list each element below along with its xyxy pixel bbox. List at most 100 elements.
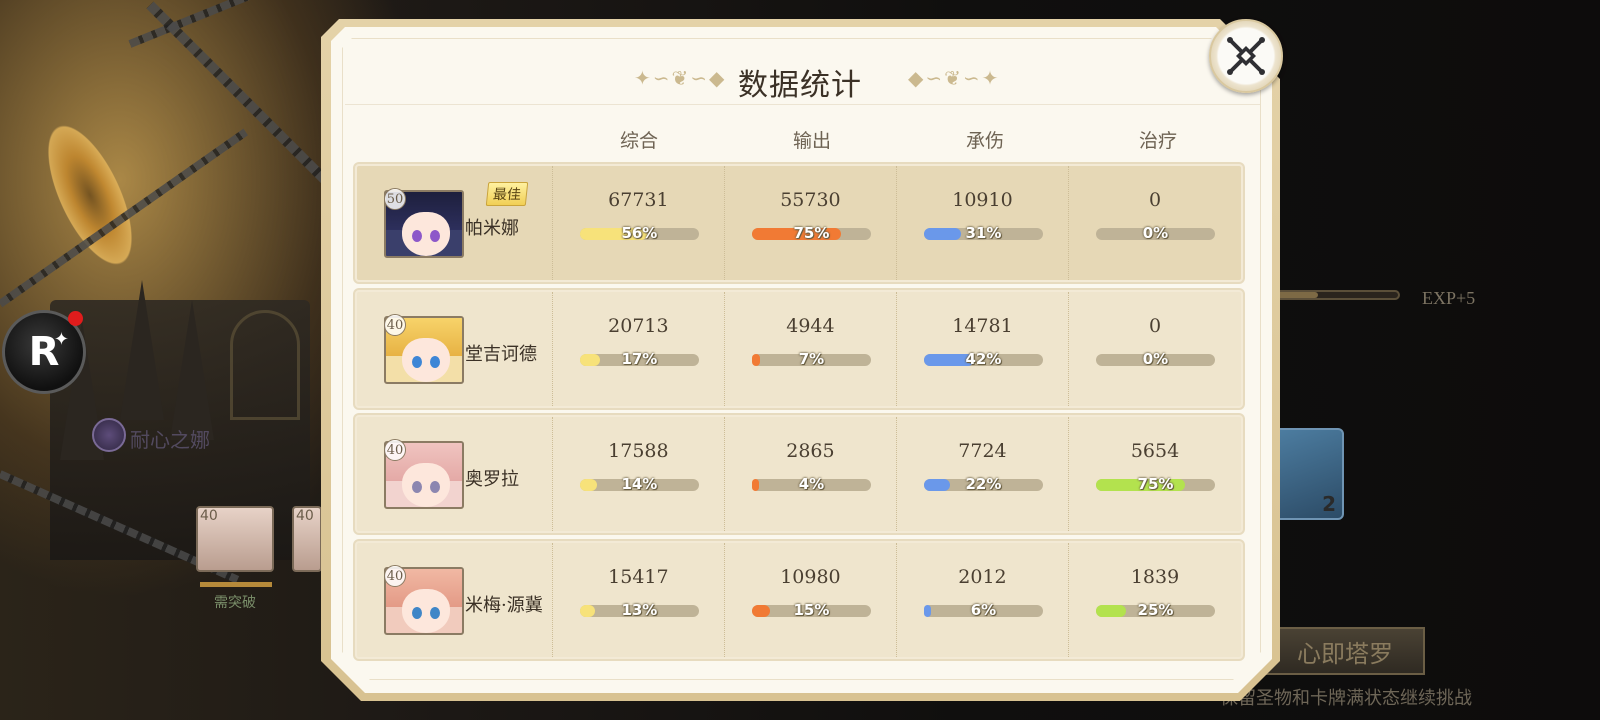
stat-cell-output: 2865 4%	[725, 417, 897, 531]
character-level: 40	[384, 439, 406, 461]
stat-percent: 75%	[793, 224, 830, 242]
stat-percent: 0%	[1142, 224, 1169, 242]
stat-value: 20713	[608, 315, 669, 337]
stat-percent: 13%	[621, 601, 658, 619]
skill-text: 耐心之娜	[130, 428, 210, 452]
background-gothic-window	[230, 310, 300, 420]
stat-progress-bar: 17%	[579, 350, 699, 368]
stat-cell-overall: 15417 13%	[553, 543, 725, 657]
title-divider	[345, 104, 1260, 105]
stat-progress-bar: 22%	[923, 475, 1043, 493]
stats-row: 50 帕米娜 最佳 67731 56% 55730 75% 10910 31% …	[355, 164, 1243, 282]
character-cell: 40 奥罗拉	[357, 417, 553, 531]
character-cell: 40 堂吉诃德	[357, 292, 553, 406]
stats-row: 40 米梅·源冀 15417 13% 10980 15% 2012 6% 183…	[355, 541, 1243, 659]
stat-value: 2012	[958, 566, 1007, 588]
stat-progress-bar: 31%	[923, 224, 1043, 242]
relic-count: 2	[1322, 492, 1336, 516]
stat-percent: 14%	[621, 475, 658, 493]
stats-row: 40 堂吉诃德 20713 17% 4944 7% 14781 42% 0 0%	[355, 290, 1243, 408]
column-header-healing: 治疗	[1138, 130, 1177, 152]
stat-progress-bar: 4%	[751, 475, 871, 493]
title-ornament-right-icon: ◆∽❦∽✦	[908, 66, 1001, 90]
sparkle-icon: ✦	[53, 329, 69, 350]
stat-percent: 25%	[1137, 601, 1174, 619]
exp-label: EXP+5	[1422, 288, 1476, 308]
stat-cell-healing: 0 0%	[1069, 292, 1241, 406]
stat-progress-bar: 6%	[923, 601, 1043, 619]
notification-dot	[68, 311, 83, 326]
character-name: 奥罗拉	[465, 469, 519, 490]
background-spire	[120, 280, 164, 420]
stat-progress-bar: 7%	[751, 350, 871, 368]
stat-percent: 42%	[965, 350, 1002, 368]
stat-cell-damage-taken: 10910 31%	[897, 166, 1069, 280]
stat-cell-healing: 1839 25%	[1069, 543, 1241, 657]
stat-percent: 75%	[1137, 475, 1174, 493]
stat-progress-bar: 75%	[751, 224, 871, 242]
stat-percent: 56%	[621, 224, 658, 242]
stat-value: 15417	[608, 566, 669, 588]
character-name: 堂吉诃德	[465, 344, 537, 365]
stat-value: 17588	[608, 440, 669, 462]
character-cell: 40 米梅·源冀	[357, 543, 553, 657]
stat-value: 7724	[958, 440, 1007, 462]
stat-cell-overall: 17588 14%	[553, 417, 725, 531]
stat-percent: 15%	[793, 601, 830, 619]
stat-value: 0	[1148, 189, 1162, 211]
character-name: 米梅·源冀	[465, 595, 543, 616]
mini-character-card[interactable]: 40	[292, 506, 322, 572]
stat-progress-bar: 0%	[1095, 224, 1215, 242]
stat-percent: 0%	[1142, 350, 1169, 368]
stat-percent: 31%	[965, 224, 1002, 242]
best-badge: 最佳	[485, 182, 529, 206]
stat-cell-overall: 67731 56%	[553, 166, 725, 280]
stat-cell-overall: 20713 17%	[553, 292, 725, 406]
mini-character-card[interactable]: 40	[196, 506, 274, 572]
mini-card-label: 需突破	[214, 595, 256, 611]
stat-value: 1839	[1130, 566, 1180, 588]
stat-progress-bar: 14%	[579, 475, 699, 493]
column-header-overall: 综合	[619, 130, 658, 152]
stat-cell-healing: 5654 75%	[1069, 417, 1241, 531]
close-button[interactable]	[1209, 19, 1283, 93]
mini-card-level: 40	[200, 508, 218, 524]
character-level: 40	[384, 565, 406, 587]
column-header-output: 输出	[792, 130, 831, 152]
stat-progress-bar: 56%	[579, 224, 699, 242]
stat-cell-damage-taken: 14781 42%	[897, 292, 1069, 406]
stat-value: 5654	[1130, 440, 1180, 462]
stat-value: 14781	[952, 315, 1013, 337]
stat-percent: 17%	[621, 350, 658, 368]
mini-card-level: 40	[296, 508, 314, 524]
stat-value: 0	[1148, 315, 1162, 337]
close-crossed-swords-icon	[1227, 37, 1265, 75]
stat-progress-bar: 0%	[1095, 350, 1215, 368]
stat-value: 10980	[780, 566, 841, 588]
stat-cell-output: 4944 7%	[725, 292, 897, 406]
stat-progress-bar: 15%	[751, 601, 871, 619]
stats-row: 40 奥罗拉 17588 14% 2865 4% 7724 22% 5654 7…	[355, 415, 1243, 533]
stat-cell-damage-taken: 2012 6%	[897, 543, 1069, 657]
character-cell: 50 帕米娜 最佳	[357, 166, 553, 280]
stat-progress-bar: 13%	[579, 601, 699, 619]
stat-value: 4944	[786, 315, 835, 337]
stat-percent: 22%	[965, 475, 1002, 493]
stat-percent: 4%	[798, 475, 825, 493]
stat-progress-bar: 75%	[1095, 475, 1215, 493]
stat-percent: 7%	[798, 350, 825, 368]
modal-title: 数据统计	[738, 68, 862, 103]
stat-value: 10910	[952, 189, 1013, 211]
stat-percent: 6%	[970, 601, 997, 619]
stat-cell-damage-taken: 7724 22%	[897, 417, 1069, 531]
mini-card-progress	[200, 582, 272, 587]
background-spire	[170, 300, 214, 440]
stat-value: 67731	[608, 189, 669, 211]
column-header-damage-taken: 承伤	[965, 130, 1004, 152]
tarot-button[interactable]: 心即塔罗	[1265, 627, 1425, 675]
continue-hint: 保留圣物和卡牌满状态继续挑战	[1220, 688, 1472, 709]
skill-icon	[92, 418, 126, 452]
character-level: 50	[384, 188, 406, 210]
character-level: 40	[384, 314, 406, 336]
stat-cell-output: 55730 75%	[725, 166, 897, 280]
